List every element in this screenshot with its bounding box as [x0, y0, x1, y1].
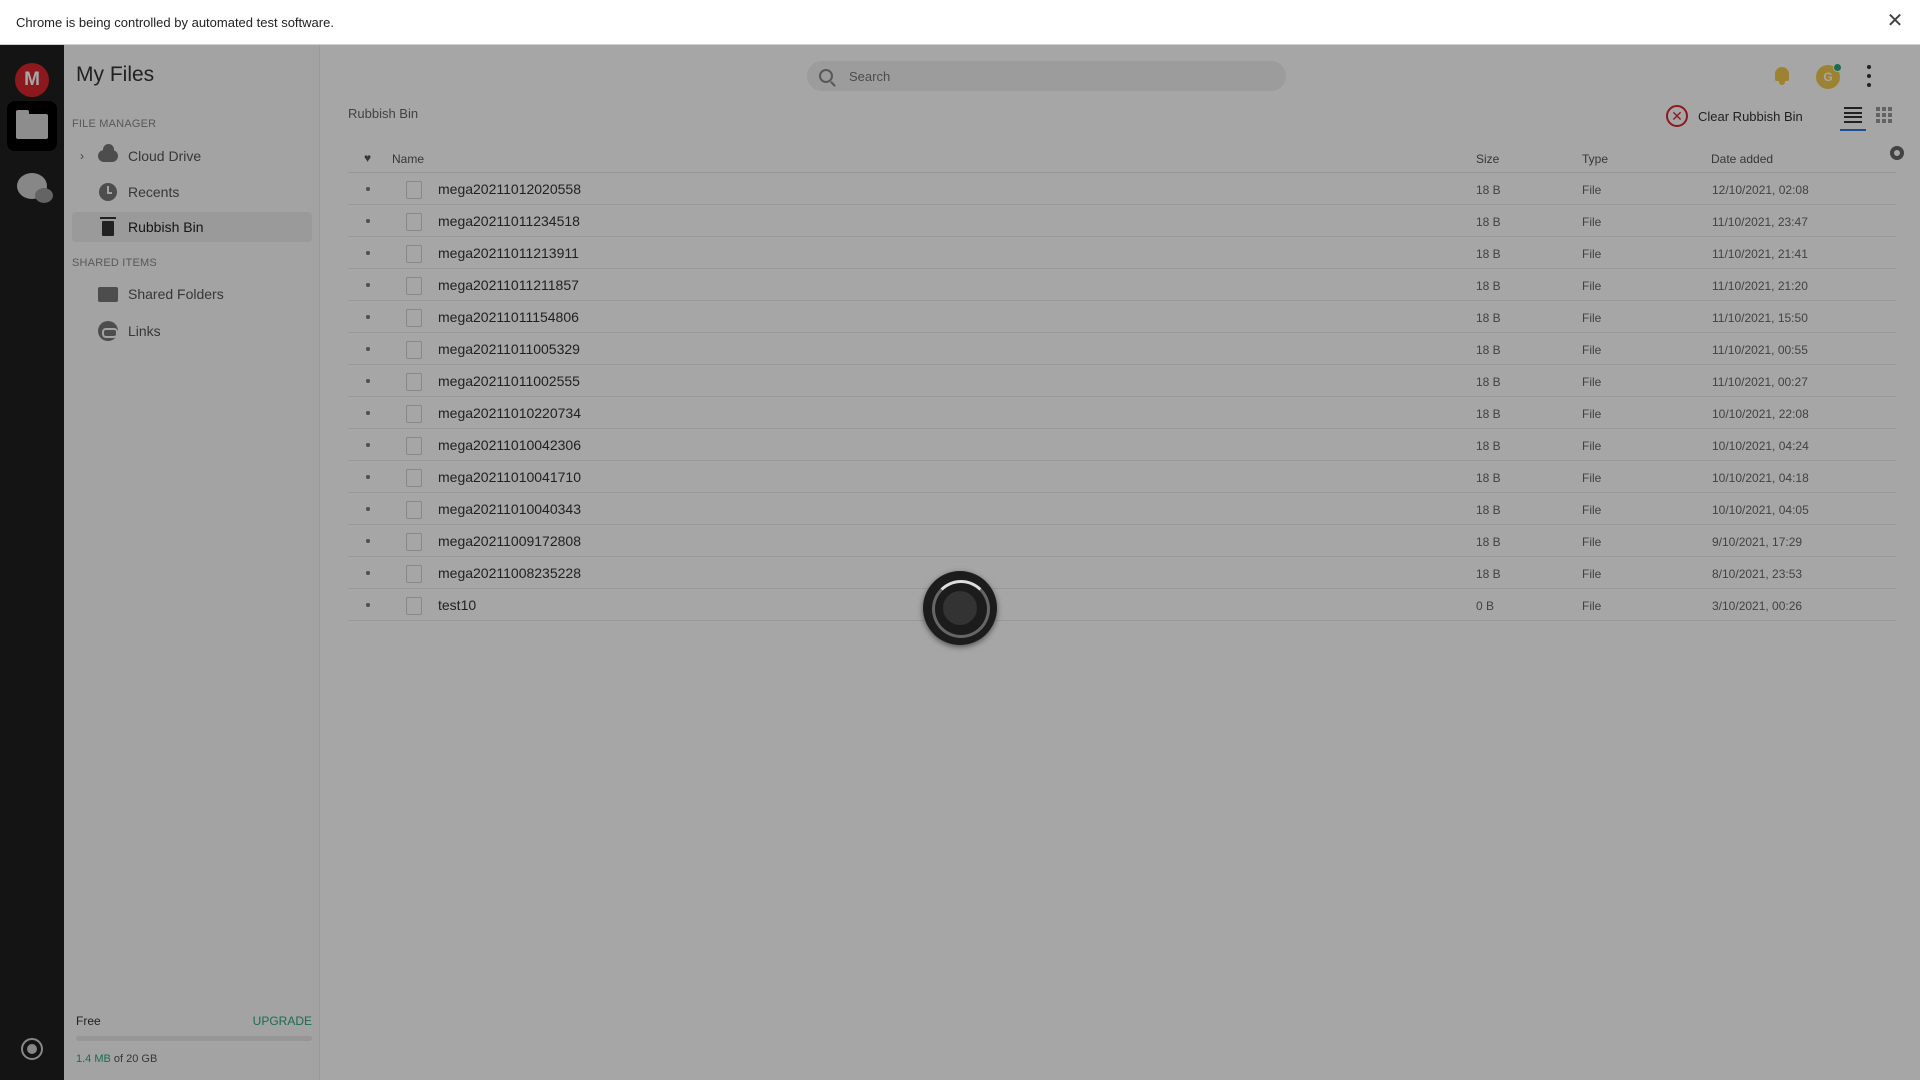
loading-spinner [923, 571, 997, 645]
loading-overlay [0, 45, 1920, 1080]
automation-banner: Chrome is being controlled by automated … [0, 0, 1920, 45]
close-icon[interactable]: ✕ [1884, 11, 1906, 33]
automation-banner-text: Chrome is being controlled by automated … [16, 14, 334, 30]
